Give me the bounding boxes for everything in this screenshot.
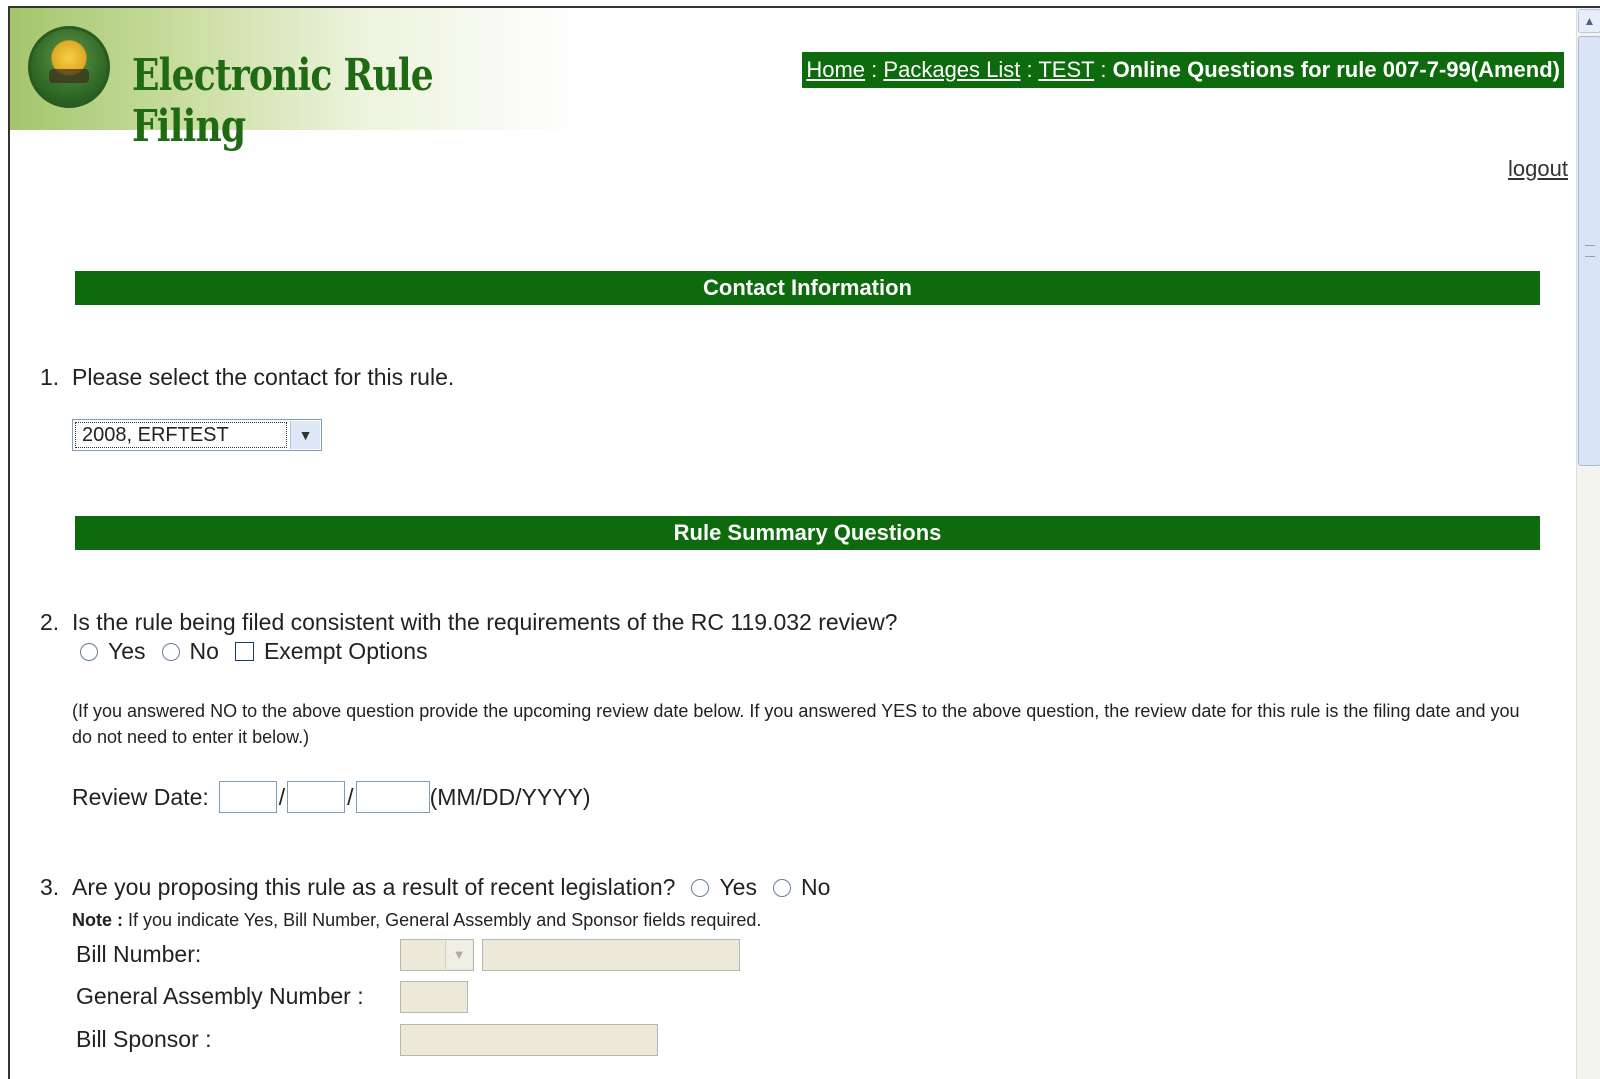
- question-3: 3. Are you proposing this rule as a resu…: [40, 874, 846, 901]
- breadcrumb-home-link[interactable]: Home: [806, 57, 865, 82]
- note-text: If you indicate Yes, Bill Number, Genera…: [128, 910, 762, 930]
- chevron-down-icon[interactable]: ▼: [290, 421, 320, 449]
- breadcrumb-current: Online Questions for rule 007-7-99(Amend…: [1112, 57, 1560, 82]
- vertical-scrollbar[interactable]: ▲: [1576, 8, 1600, 1079]
- bill-number-label: Bill Number:: [76, 941, 202, 967]
- review-month-input[interactable]: [218, 781, 277, 813]
- breadcrumb-test-link[interactable]: TEST: [1038, 57, 1094, 82]
- date-format-hint: (MM/DD/YYYY): [429, 783, 591, 810]
- general-assembly-label: General Assembly Number :: [76, 983, 364, 1009]
- question-text: Are you proposing this rule as a result …: [72, 874, 676, 900]
- q2-yes-radio[interactable]: [80, 642, 98, 661]
- q2-no-label: No: [189, 638, 219, 664]
- header-logo-area: Electronic Rule Filing: [10, 8, 580, 152]
- q2-yes-label: Yes: [108, 638, 146, 664]
- page-content: Electronic Rule Filing Home : Packages L…: [10, 8, 1576, 1079]
- grip-icon: [1585, 245, 1595, 257]
- q3-no-label: No: [800, 874, 831, 900]
- breadcrumb-separator: :: [871, 57, 878, 82]
- breadcrumb-separator: :: [1100, 57, 1107, 82]
- bill-number-input[interactable]: [482, 939, 740, 971]
- question-text: Please select the contact for this rule.: [72, 364, 455, 390]
- contact-select-value: 2008, ERFTEST: [75, 422, 287, 448]
- question-number: 1.: [40, 364, 60, 390]
- bill-sponsor-input[interactable]: [400, 1024, 658, 1056]
- question-1: 1. Please select the contact for this rul…: [40, 364, 454, 391]
- contact-select[interactable]: 2008, ERFTEST ▼: [72, 419, 322, 451]
- review-day-input[interactable]: [287, 781, 346, 813]
- q2-instructions: (If you answered NO to the above questio…: [72, 701, 1520, 747]
- date-separator: /: [347, 783, 354, 810]
- q2-no-radio[interactable]: [161, 642, 180, 661]
- bill-sponsor-label: Bill Sponsor :: [76, 1026, 212, 1052]
- state-seal-icon: [28, 26, 110, 108]
- review-date-row: Review Date: / / (MM/DD/YYYY): [72, 781, 591, 813]
- question-number: 3.: [40, 874, 60, 900]
- question-2: 2. Is the rule being filed consistent wit…: [40, 609, 897, 636]
- breadcrumb-separator: :: [1026, 57, 1033, 82]
- bill-type-select[interactable]: ▼: [400, 939, 474, 971]
- date-separator: /: [278, 783, 286, 810]
- browser-window: Electronic Rule Filing Home : Packages L…: [8, 6, 1600, 1079]
- note-label: Note :: [72, 910, 123, 930]
- scrollbar-thumb[interactable]: [1578, 36, 1600, 466]
- general-assembly-input[interactable]: [400, 981, 468, 1013]
- exempt-options-checkbox[interactable]: [234, 642, 254, 661]
- scroll-up-icon[interactable]: ▲: [1578, 9, 1600, 33]
- q3-note: Note : If you indicate Yes, Bill Number,…: [72, 910, 761, 931]
- breadcrumb-packages-link[interactable]: Packages List: [883, 57, 1020, 82]
- q2-options: Yes No Exempt Options: [80, 638, 444, 665]
- q3-no-radio[interactable]: [772, 878, 791, 897]
- exempt-options-label: Exempt Options: [263, 638, 428, 664]
- breadcrumb: Home : Packages List : TEST : Online Que…: [802, 52, 1564, 88]
- q3-yes-label: Yes: [719, 874, 757, 900]
- chevron-down-icon: ▼: [445, 941, 472, 969]
- question-text: Is the rule being filed consistent with …: [72, 609, 898, 635]
- logo-title: Electronic Rule Filing: [132, 50, 434, 152]
- question-number: 2.: [40, 609, 60, 635]
- logout-link[interactable]: logout: [1508, 156, 1568, 182]
- q3-yes-radio[interactable]: [691, 878, 710, 897]
- review-date-label: Review Date:: [72, 783, 209, 810]
- review-year-input[interactable]: [355, 781, 430, 813]
- section-header-summary: Rule Summary Questions: [75, 516, 1540, 550]
- section-header-contact: Contact Information: [75, 271, 1540, 305]
